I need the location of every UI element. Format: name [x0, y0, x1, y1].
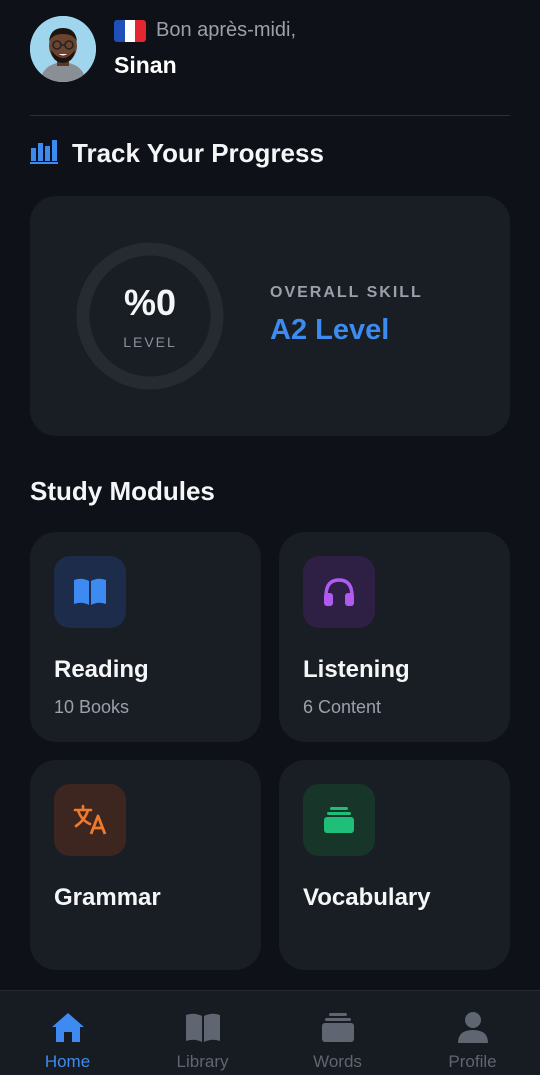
module-name: Vocabulary: [303, 884, 431, 911]
greeting-block: Bon après-midi, Sinan: [114, 19, 296, 79]
module-subtitle: 6 Content: [303, 697, 382, 717]
module-card-vocabulary[interactable]: Vocabulary: [279, 760, 510, 970]
home-icon: [50, 1011, 86, 1048]
greeting-line: Bon après-midi,: [114, 19, 296, 42]
module-card-listening[interactable]: Listening 6 Content: [279, 532, 510, 742]
progress-section-header: Track Your Progress: [30, 138, 324, 169]
book-icon: [185, 1011, 221, 1048]
nav-item-library[interactable]: Library: [135, 991, 270, 1075]
module-name: Reading: [54, 656, 149, 683]
overall-skill-value: A2 Level: [270, 314, 390, 346]
progress-ring-label: LEVEL: [123, 334, 177, 350]
bar-chart-icon: [30, 138, 58, 169]
progress-ring: %0 LEVEL: [76, 242, 224, 390]
module-name: Listening: [303, 656, 410, 683]
modules-title: Study Modules: [30, 476, 215, 506]
progress-card[interactable]: %0 LEVEL OVERALL SKILL A2 Level: [30, 196, 510, 436]
module-card-grammar[interactable]: Grammar: [30, 760, 261, 970]
module-card-reading[interactable]: Reading 10 Books: [30, 532, 261, 742]
cards-stack-icon: [303, 784, 375, 856]
header: Bon après-midi, Sinan: [30, 16, 296, 82]
username: Sinan: [114, 52, 177, 78]
nav-label: Home: [44, 1052, 91, 1071]
overall-skill-label: OVERALL SKILL: [270, 284, 423, 301]
overall-skill: OVERALL SKILL A2 Level: [270, 284, 423, 347]
module-subtitle: 10 Books: [54, 697, 130, 717]
book-icon: [54, 556, 126, 628]
nav-label: Words: [313, 1052, 362, 1071]
cards-stack-icon: [321, 1011, 355, 1048]
module-name: Grammar: [54, 884, 161, 911]
translate-icon: [54, 784, 126, 856]
nav-item-home[interactable]: Home: [0, 991, 135, 1075]
greeting-text: Bon après-midi,: [156, 19, 297, 41]
avatar[interactable]: [30, 16, 96, 82]
nav-label: Library: [176, 1052, 229, 1071]
header-divider: [30, 115, 510, 116]
france-flag-icon: [114, 19, 146, 42]
progress-title: Track Your Progress: [72, 138, 324, 168]
headphones-icon: [303, 556, 375, 628]
nav-item-profile[interactable]: Profile: [405, 991, 540, 1075]
nav-label: Profile: [448, 1052, 497, 1071]
bottom-nav: Home Library Words Profile: [0, 990, 540, 1075]
nav-item-words[interactable]: Words: [270, 991, 405, 1075]
home-screen: Bon après-midi, Sinan Track Your Progres…: [0, 0, 540, 1075]
progress-percent: %0: [123, 282, 177, 323]
person-icon: [456, 1011, 490, 1048]
